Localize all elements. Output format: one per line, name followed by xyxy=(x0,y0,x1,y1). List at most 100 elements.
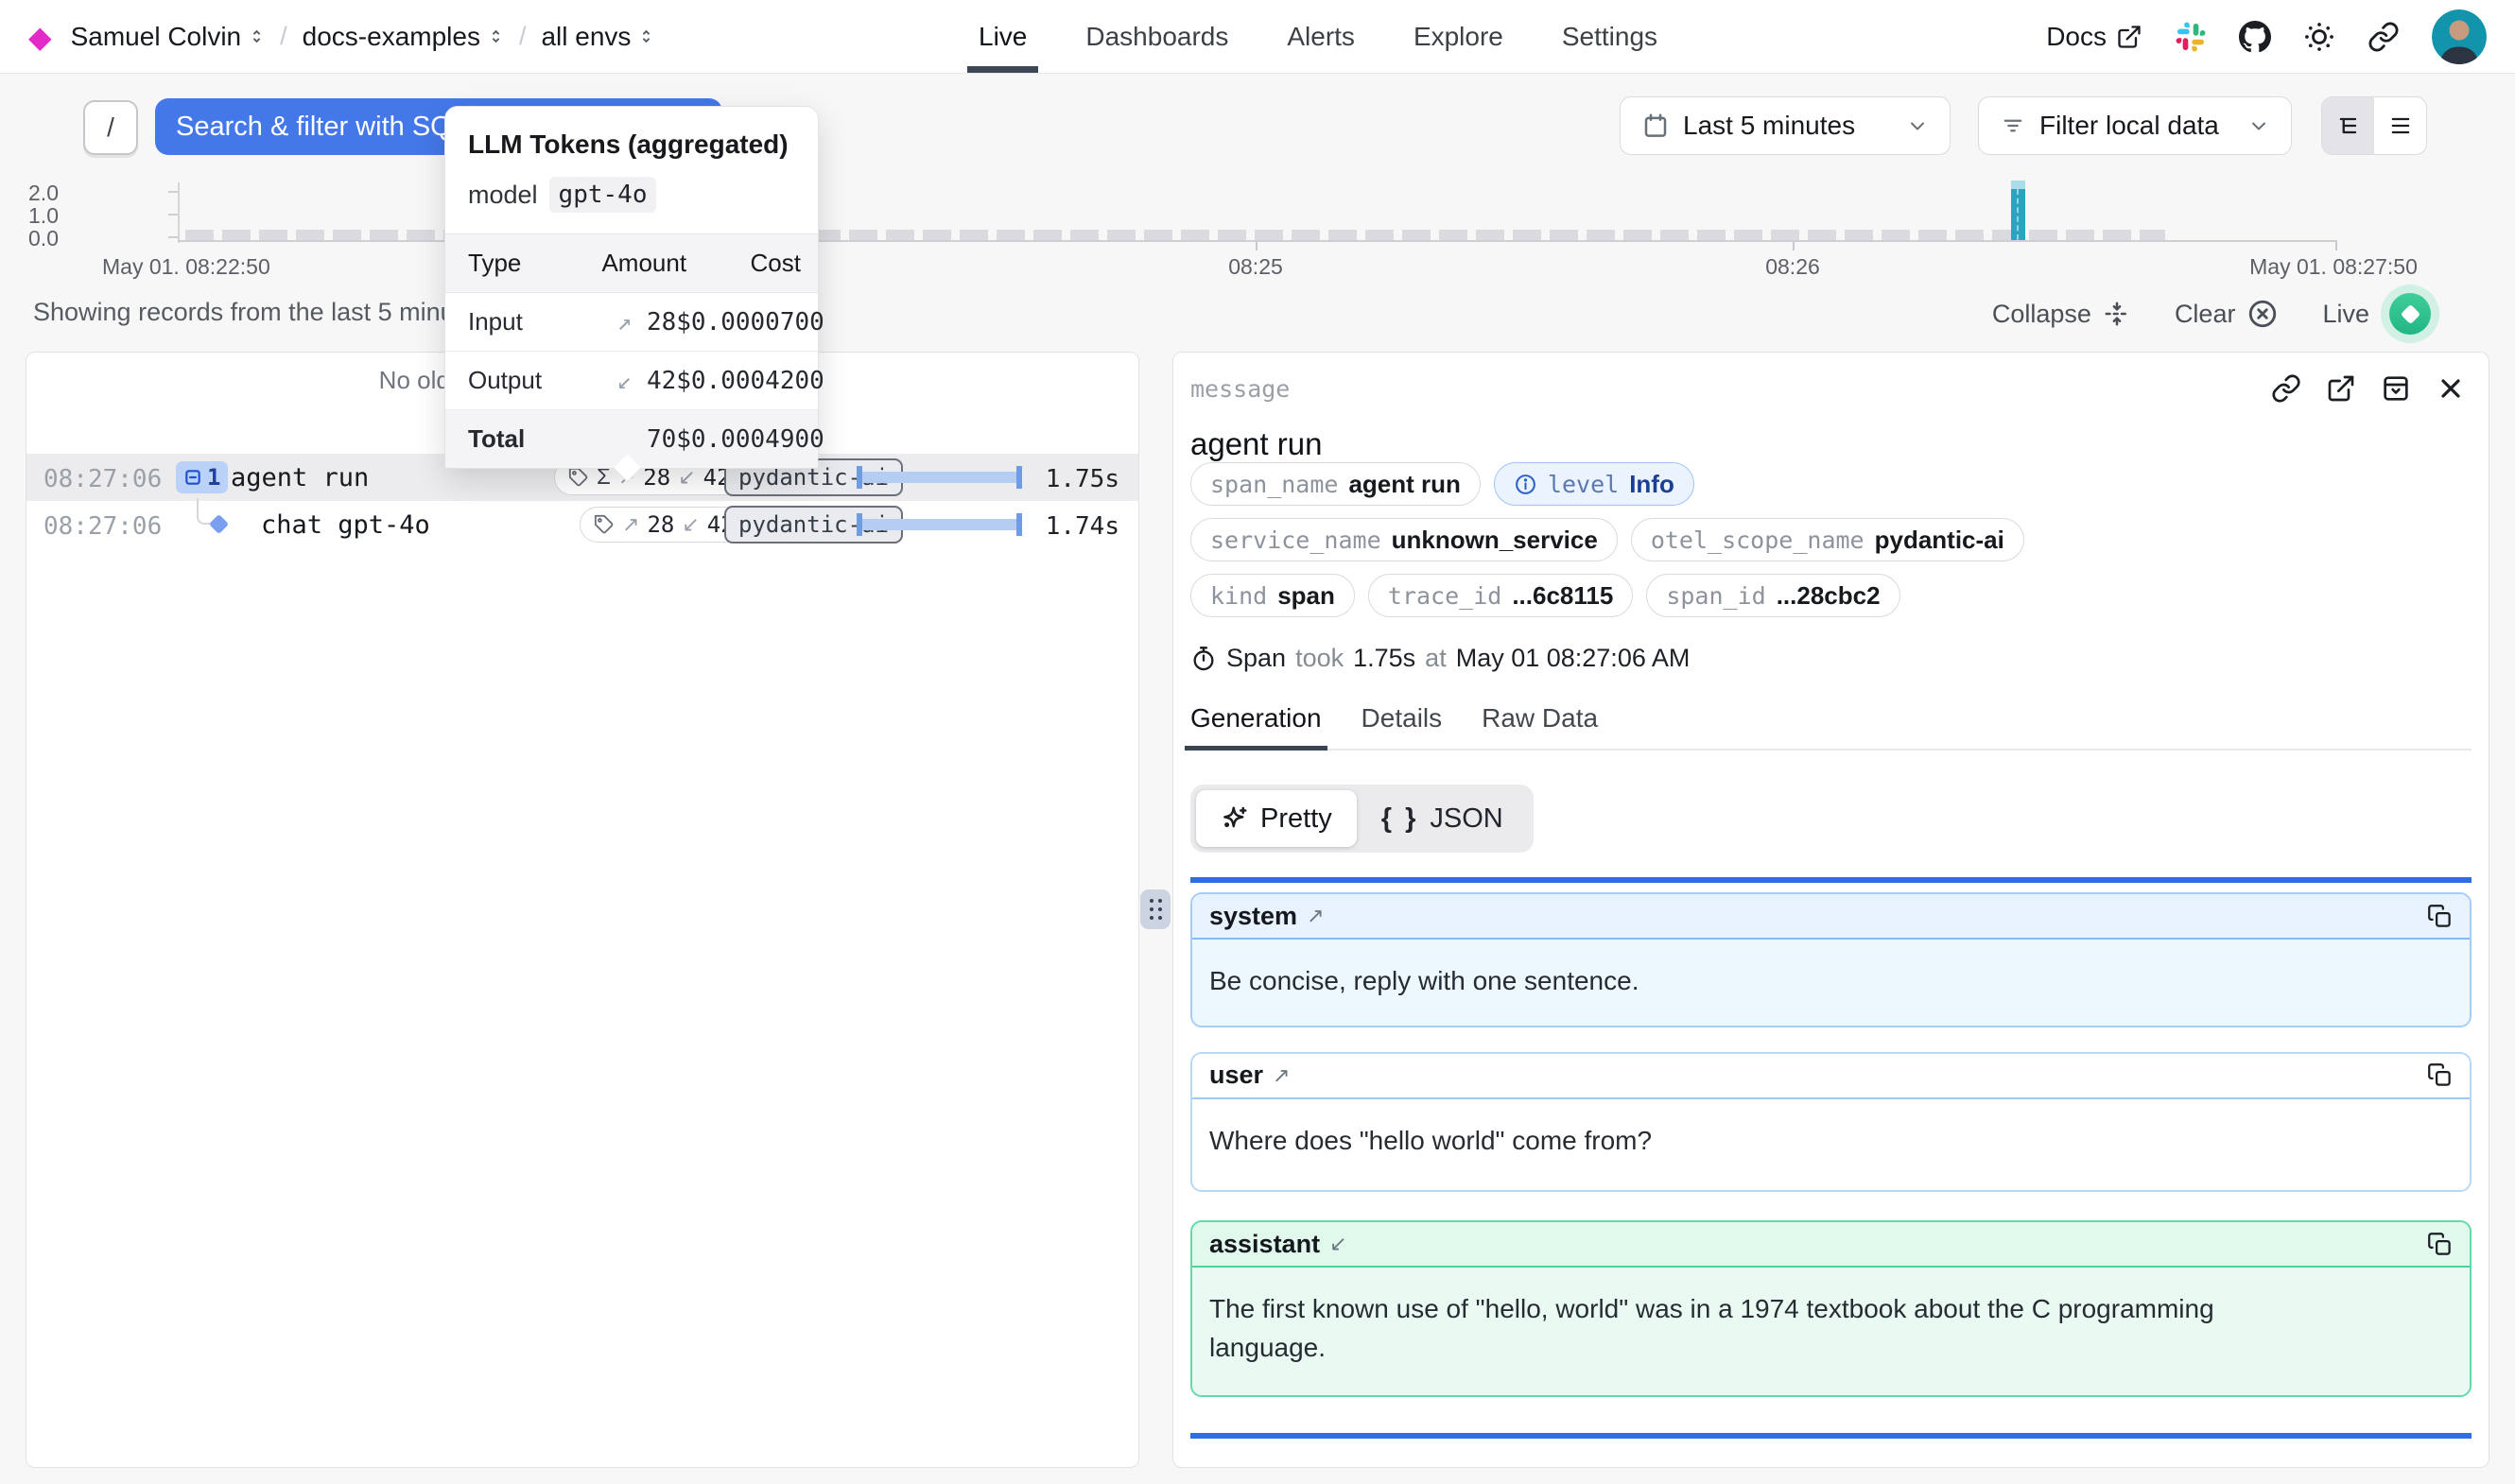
breadcrumb-project[interactable]: docs-examples xyxy=(303,22,504,52)
pill-service-name[interactable]: service_name unknown_service xyxy=(1190,518,1618,561)
pretty-option[interactable]: Pretty xyxy=(1196,790,1357,847)
pill-value: ...28cbc2 xyxy=(1777,581,1881,611)
nav-item-dashboards[interactable]: Dashboards xyxy=(1085,0,1228,73)
json-option[interactable]: { } JSON xyxy=(1357,790,1528,847)
x-label-start: May 01. 08:22:50 xyxy=(102,254,270,280)
json-label: JSON xyxy=(1430,803,1502,835)
x-tick-mark xyxy=(1256,242,1258,250)
message-text: Be concise, reply with one sentence. xyxy=(1209,962,2306,1001)
stopwatch-icon xyxy=(1190,646,1217,672)
x-label-end: May 01. 08:27:50 xyxy=(2249,254,2418,280)
span-timestamp: May 01 08:27:06 AM xyxy=(1456,644,1691,673)
breadcrumb-env[interactable]: all envs xyxy=(541,22,654,52)
col-amount: Amount xyxy=(601,234,676,293)
table-row-input: Input ↗ 28 $0.0000700 xyxy=(445,293,818,352)
copy-message-button[interactable] xyxy=(2427,1062,2453,1088)
pill-key: span_id xyxy=(1666,582,1765,610)
pill-value: unknown_service xyxy=(1392,526,1598,555)
message-text: The first known use of "hello, world" wa… xyxy=(1209,1290,2306,1367)
nav-item-alerts[interactable]: Alerts xyxy=(1287,0,1355,73)
copy-link-icon[interactable] xyxy=(2271,373,2301,404)
live-toggle[interactable]: Live xyxy=(2322,285,2439,343)
theme-sun-icon[interactable] xyxy=(2303,21,2335,53)
scroll-edge-indicator-bottom xyxy=(1190,1433,2472,1439)
span-name: agent run xyxy=(231,463,369,492)
breadcrumb: ◆ Samuel Colvin / docs-examples / all en… xyxy=(28,22,654,52)
at-word: at xyxy=(1425,644,1447,673)
row-timestamp: 08:27:06 xyxy=(43,512,162,541)
copy-message-button[interactable] xyxy=(2427,1232,2453,1257)
copy-icon xyxy=(2427,904,2453,929)
pretty-label: Pretty xyxy=(1260,803,1332,835)
open-in-new-icon[interactable] xyxy=(2326,373,2356,404)
collapse-children-badge[interactable]: 1 xyxy=(176,461,228,493)
save-view-icon[interactable] xyxy=(2381,373,2411,404)
row-timestamp: 08:27:06 xyxy=(43,465,162,493)
pill-otel-scope-name[interactable]: otel_scope_name pydantic-ai xyxy=(1631,518,2024,561)
pill-trace-id[interactable]: trace_id ...6c8115 xyxy=(1368,574,1633,617)
tooltip-title: LLM Tokens (aggregated) xyxy=(468,129,795,160)
nav-item-explore[interactable]: Explore xyxy=(1414,0,1503,73)
span-word: Span xyxy=(1226,644,1286,673)
input-arrow-icon: ↗ xyxy=(622,512,639,537)
share-link-icon[interactable] xyxy=(2368,21,2400,53)
pill-kind[interactable]: kind span xyxy=(1190,574,1355,617)
nav-item-live[interactable]: Live xyxy=(979,0,1027,73)
tag-icon xyxy=(568,467,589,488)
close-panel-icon[interactable] xyxy=(2436,373,2466,404)
y-tick-mark xyxy=(168,191,178,193)
col-cost: Cost xyxy=(676,234,818,293)
calendar-icon xyxy=(1641,112,1670,140)
time-range-button[interactable]: Last 5 minutes xyxy=(1620,96,1951,155)
record-kind-label: message xyxy=(1190,375,1290,403)
tokens-table: Type Amount Cost Input ↗ 28 $0.0000700 O… xyxy=(445,233,818,468)
input-tokens: 28 xyxy=(647,511,674,538)
github-icon[interactable] xyxy=(2239,21,2271,53)
pill-span-name[interactable]: span_name agent run xyxy=(1190,462,1481,506)
slack-icon[interactable] xyxy=(2175,21,2207,53)
tab-details[interactable]: Details xyxy=(1362,703,1443,749)
pill-level[interactable]: level Info xyxy=(1494,462,1694,506)
model-value: gpt-4o xyxy=(549,177,657,213)
docs-link[interactable]: Docs xyxy=(2046,22,2142,52)
output-arrow-icon: ↙ xyxy=(617,367,633,395)
collapse-node-icon xyxy=(183,468,202,487)
chart-bar-hovered[interactable] xyxy=(2011,189,2025,240)
pill-span-id[interactable]: span_id ...28cbc2 xyxy=(1646,574,1899,617)
detail-tabs: Generation Details Raw Data xyxy=(1190,703,2472,751)
trace-row-chat-gpt4o[interactable]: 08:27:06 chat gpt-4o ↗28 ↙42 pydantic-ai… xyxy=(26,501,1138,548)
tab-generation[interactable]: Generation xyxy=(1190,703,1322,749)
tab-raw-data[interactable]: Raw Data xyxy=(1482,703,1598,749)
llm-tokens-tooltip: LLM Tokens (aggregated) model gpt-4o Typ… xyxy=(444,106,819,469)
tag-icon xyxy=(594,514,615,535)
filter-local-data-button[interactable]: Filter local data xyxy=(1978,96,2292,155)
breadcrumb-org[interactable]: Samuel Colvin xyxy=(71,22,266,52)
pill-value: pydantic-ai xyxy=(1875,526,2004,555)
slash-shortcut-key[interactable]: / xyxy=(83,100,138,155)
view-mode-toggle xyxy=(2321,96,2427,155)
copy-message-button[interactable] xyxy=(2427,904,2453,929)
format-toggle: Pretty { } JSON xyxy=(1190,785,1534,853)
span-name: chat gpt-4o xyxy=(261,510,430,540)
input-arrow-icon: ↗ xyxy=(1307,904,1324,928)
span-duration-line: Span took 1.75s at May 01 08:27:06 AM xyxy=(1190,644,2472,673)
filter-icon xyxy=(2000,112,2026,139)
tree-view-icon xyxy=(2335,112,2362,139)
panel-resize-handle[interactable] xyxy=(1140,889,1171,929)
list-view-button[interactable] xyxy=(2374,97,2426,154)
collapse-button[interactable]: Collapse xyxy=(1992,300,2131,329)
clear-label: Clear xyxy=(2175,300,2236,329)
col-type: Type xyxy=(445,234,601,293)
row-type: Input xyxy=(445,293,601,352)
user-avatar[interactable] xyxy=(2432,9,2487,64)
y-tick-mark xyxy=(168,214,178,216)
duration-value: 1.75s xyxy=(1046,465,1119,493)
external-link-icon xyxy=(2116,24,2142,50)
row-cost: $0.0000700 xyxy=(676,293,818,352)
clear-button[interactable]: Clear xyxy=(2175,298,2280,330)
nav-item-settings[interactable]: Settings xyxy=(1562,0,1657,73)
sparkle-icon xyxy=(1221,804,1249,833)
tree-view-button[interactable] xyxy=(2322,97,2374,154)
x-tick-mark xyxy=(2335,242,2337,250)
x-label-0825: 08:25 xyxy=(1228,254,1283,280)
